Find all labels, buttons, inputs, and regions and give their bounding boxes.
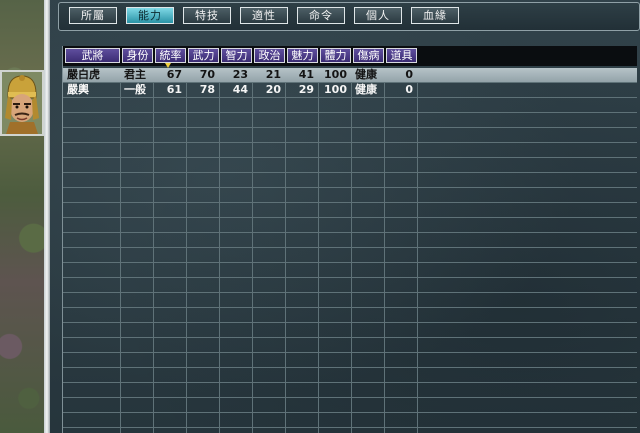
table-row-empty <box>63 233 637 248</box>
cell-status: 一般 <box>124 83 146 96</box>
table-row-empty <box>63 368 637 383</box>
cell-leadership: 67 <box>166 68 182 81</box>
cell-name: 嚴輿 <box>67 83 89 96</box>
header-general[interactable]: 武將 <box>65 48 120 63</box>
table-row-empty <box>63 323 637 338</box>
table-row-empty <box>63 398 637 413</box>
header-status[interactable]: 身份 <box>122 48 153 63</box>
cell-politics: 20 <box>265 83 281 96</box>
header-injury[interactable]: 傷病 <box>353 48 384 63</box>
table-header-row: 武將 身份 統率 武力 智力 政治 魅力 體力 傷病 道具 <box>63 46 637 66</box>
table-row-empty <box>63 248 637 263</box>
cell-items: 0 <box>405 83 413 96</box>
general-portrait <box>0 70 44 136</box>
table-row-empty <box>63 173 637 188</box>
cell-intelligence: 23 <box>232 68 248 81</box>
cell-charisma: 41 <box>298 68 314 81</box>
table-row[interactable]: 嚴輿 一般 61 78 44 20 29 100 健康 0 <box>63 83 637 98</box>
portrait-icon <box>2 72 42 134</box>
table-row-empty <box>63 188 637 203</box>
table-row-empty <box>63 278 637 293</box>
table-row-empty <box>63 158 637 173</box>
cell-charisma: 29 <box>298 83 314 96</box>
tab-bloodline[interactable]: 血緣 <box>411 7 459 24</box>
officer-table: 武將 身份 統率 武力 智力 政治 魅力 體力 傷病 道具 嚴白虎 君主 67 … <box>62 46 637 433</box>
table-row-empty <box>63 383 637 398</box>
cell-name: 嚴白虎 <box>67 68 100 81</box>
cell-intelligence: 44 <box>232 83 248 96</box>
tab-affiliation[interactable]: 所屬 <box>69 7 117 24</box>
map-strip[interactable] <box>0 0 48 433</box>
cell-injury: 健康 <box>355 83 377 96</box>
cell-stamina: 100 <box>324 68 347 81</box>
header-stamina[interactable]: 體力 <box>320 48 351 63</box>
tab-personal[interactable]: 個人 <box>354 7 402 24</box>
header-politics[interactable]: 政治 <box>254 48 285 63</box>
table-row-empty <box>63 203 637 218</box>
table-row-empty <box>63 128 637 143</box>
header-charisma[interactable]: 魅力 <box>287 48 318 63</box>
header-intelligence[interactable]: 智力 <box>221 48 252 63</box>
table-row[interactable]: 嚴白虎 君主 67 70 23 21 41 100 健康 0 <box>63 68 637 83</box>
cell-stamina: 100 <box>324 83 347 96</box>
header-items[interactable]: 道具 <box>386 48 417 63</box>
table-row-empty <box>63 98 637 113</box>
tab-bar: 所屬 能力 特技 適性 命令 個人 血緣 <box>58 2 640 31</box>
header-leadership[interactable]: 統率 <box>155 48 186 63</box>
table-row-empty <box>63 338 637 353</box>
tab-orders[interactable]: 命令 <box>297 7 345 24</box>
table-row-empty <box>63 263 637 278</box>
tab-skills[interactable]: 特技 <box>183 7 231 24</box>
table-row-empty <box>63 143 637 158</box>
tab-ability[interactable]: 能力 <box>126 7 174 24</box>
cell-injury: 健康 <box>355 68 377 81</box>
cell-war: 70 <box>199 68 215 81</box>
table-row-empty <box>63 413 637 428</box>
table-row-empty <box>63 308 637 323</box>
header-war[interactable]: 武力 <box>188 48 219 63</box>
table-row-empty <box>63 218 637 233</box>
table-row-empty <box>63 113 637 128</box>
cell-leadership: 61 <box>166 83 182 96</box>
cell-politics: 21 <box>265 68 281 81</box>
table-row-empty <box>63 293 637 308</box>
cell-items: 0 <box>405 68 413 81</box>
cell-status: 君主 <box>124 68 146 81</box>
table-body: 嚴白虎 君主 67 70 23 21 41 100 健康 0 嚴輿 一般 61 … <box>63 68 637 433</box>
table-row-empty <box>63 353 637 368</box>
cell-war: 78 <box>199 83 215 96</box>
tab-aptitude[interactable]: 適性 <box>240 7 288 24</box>
